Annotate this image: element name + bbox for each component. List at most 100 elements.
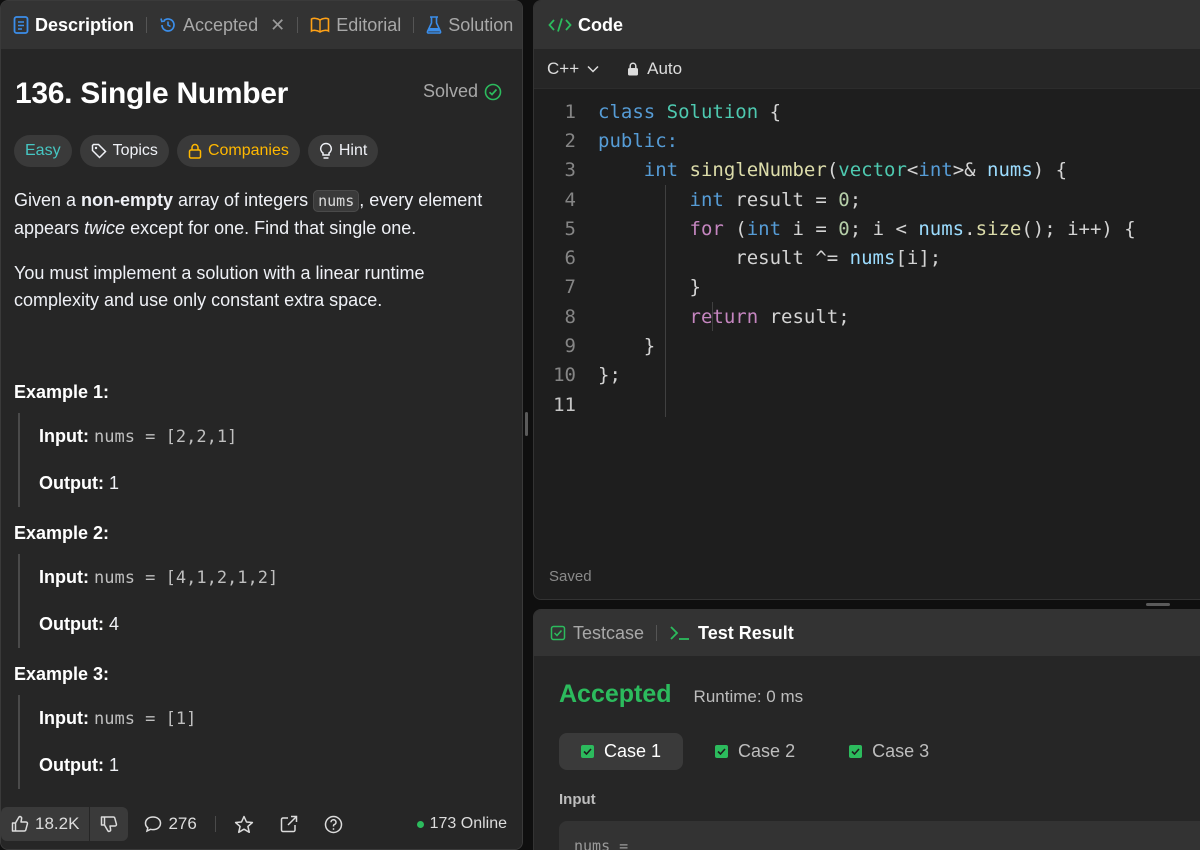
like-button[interactable]: 18.2K	[1, 807, 89, 841]
mode-label: Auto	[647, 58, 683, 78]
line-number: 11	[553, 393, 576, 416]
hint-button[interactable]: Hint	[307, 135, 379, 167]
left-tab-bar: Description Accepted ✕ Editorial Solutio…	[1, 1, 522, 49]
like-count: 18.2K	[35, 814, 80, 833]
share-button[interactable]	[280, 815, 298, 833]
solved-status: Solved	[423, 81, 502, 102]
check-circle-icon	[484, 83, 502, 100]
example-input: Input: nums = [1]	[39, 695, 504, 742]
line-number: 7	[564, 276, 576, 299]
line-number: 5	[564, 217, 576, 240]
tab-test-result[interactable]: Test Result	[669, 623, 794, 644]
tab-divider	[413, 17, 415, 33]
document-icon	[13, 16, 29, 34]
indent-guide	[665, 185, 666, 417]
example-output: Output: 1	[39, 460, 504, 507]
example-input: Input: nums = [4,1,2,1,2]	[39, 554, 504, 601]
input-label: Input:	[39, 567, 89, 587]
statement-text: Given a	[14, 190, 82, 210]
language-label: C++	[547, 58, 580, 78]
code-line: 2 public:	[534, 126, 1200, 155]
tab-solution-label: Solution	[448, 14, 514, 35]
example-output: Output: 4	[39, 601, 504, 648]
terminal-icon	[670, 626, 690, 640]
lock-icon	[188, 143, 202, 159]
hint-label: Hint	[338, 142, 368, 159]
case-label: Case 1	[604, 741, 662, 761]
tab-testcase[interactable]: Testcase	[550, 623, 644, 644]
output-value: 4	[108, 614, 119, 634]
tab-editorial[interactable]: Editorial	[306, 15, 405, 36]
tab-accepted-label: Accepted	[183, 14, 259, 35]
check-icon	[715, 745, 729, 758]
tab-description-label: Description	[35, 14, 135, 35]
case-tab-1[interactable]: Case 1	[559, 733, 684, 770]
line-number: 4	[564, 188, 576, 211]
case-tab-3[interactable]: Case 3	[827, 733, 951, 770]
code-editor[interactable]: 1 class Solution { 2 public: 3 int singleN…	[534, 89, 1200, 419]
companies-label: Companies	[207, 142, 289, 159]
tab-accepted[interactable]: Accepted ✕	[155, 15, 289, 36]
problem-statement: Given a non-empty array of integers nums…	[14, 187, 509, 242]
line-number: 3	[564, 159, 576, 182]
example-2: Example 2: Input: nums = [4,1,2,1,2] Out…	[14, 523, 504, 648]
code-line: 1 class Solution {	[534, 97, 1200, 126]
difficulty-badge: Easy	[14, 135, 72, 167]
input-value-box: nums =	[559, 821, 1200, 850]
case-tab-2[interactable]: Case 2	[693, 733, 817, 770]
tab-divider	[656, 625, 658, 641]
code-header: Code	[534, 1, 1200, 49]
solved-label: Solved	[422, 81, 478, 101]
example-block: Input: nums = [2,2,1] Output: 1	[18, 413, 504, 507]
problem-content: 136. Single Number Solved Easy Topics Co…	[1, 49, 522, 789]
favorite-button[interactable]	[234, 815, 254, 834]
tab-description[interactable]: Description	[9, 15, 138, 36]
runtime-label: Runtime: 0 ms	[693, 687, 804, 706]
input-label: Input:	[39, 708, 89, 728]
output-value: 1	[108, 755, 119, 775]
result-summary: Accepted Runtime: 0 ms	[559, 680, 803, 709]
example-heading: Example 3:	[14, 664, 110, 684]
close-icon[interactable]: ✕	[270, 15, 285, 36]
indent-guide	[712, 302, 713, 331]
vertical-resize-handle[interactable]	[525, 412, 528, 436]
problem-title[interactable]: 136. Single Number	[15, 77, 288, 111]
output-label: Output:	[39, 473, 104, 493]
code-line: 5 for (int i = 0; i < nums. size (); i++) …	[534, 214, 1200, 243]
code-toolbar: C++ Auto	[534, 49, 1200, 89]
help-button[interactable]	[324, 815, 343, 834]
statement-bold: non-empty	[81, 190, 174, 210]
dislike-button[interactable]	[90, 807, 128, 841]
case-tabs: Case 1 Case 2 Case 3	[559, 733, 951, 770]
line-number: 2	[564, 129, 576, 152]
tab-solution[interactable]: Solution	[422, 15, 517, 36]
tab-editorial-label: Editorial	[336, 14, 402, 35]
inline-code-nums: nums	[313, 190, 360, 212]
horizontal-resize-handle[interactable]	[1146, 603, 1170, 606]
case-label: Case 2	[738, 741, 796, 761]
example-heading: Example 1:	[14, 382, 110, 402]
code-line: 7 }	[534, 273, 1200, 302]
companies-button[interactable]: Companies	[176, 135, 300, 167]
line-number: 1	[564, 100, 576, 123]
example-output: Output: 1	[39, 742, 504, 789]
thumbs-up-icon	[11, 815, 29, 832]
autocomplete-mode[interactable]: Auto	[627, 59, 682, 79]
language-select[interactable]: C++	[547, 59, 599, 79]
vote-group: 18.2K	[1, 807, 129, 841]
topics-button[interactable]: Topics	[79, 135, 169, 167]
line-number: 8	[564, 305, 576, 328]
flask-icon	[426, 16, 442, 34]
comments-button[interactable]: 276	[144, 814, 197, 834]
test-result-label: Test Result	[698, 622, 794, 643]
code-icon	[548, 18, 572, 32]
thumbs-down-icon	[101, 816, 118, 833]
online-dot-icon	[416, 820, 424, 828]
book-icon	[310, 17, 330, 33]
question-icon	[324, 815, 343, 833]
chevron-down-icon	[587, 65, 599, 73]
checkbox-icon	[550, 625, 566, 641]
example-block: Input: nums = [4,1,2,1,2] Output: 4	[18, 554, 504, 648]
code-line: 9 }	[534, 331, 1200, 360]
input-section-label: Input	[559, 791, 596, 808]
